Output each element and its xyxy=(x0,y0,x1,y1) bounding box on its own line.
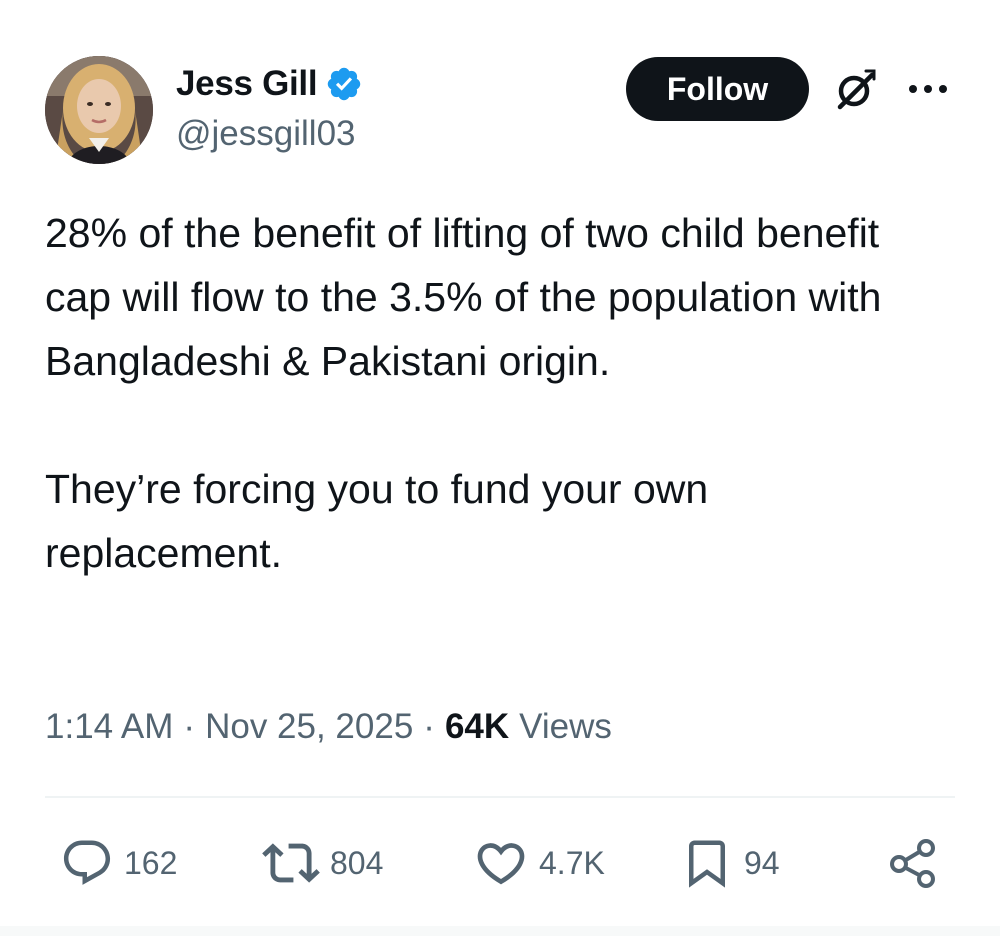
repost-button[interactable]: 804 xyxy=(262,828,383,898)
repost-icon xyxy=(262,843,320,883)
tweet-meta: 1:14 AM · Nov 25, 2025 · 64K Views xyxy=(45,700,612,754)
tweet-card: Jess Gill @jessgill03 Follow 28% of the … xyxy=(0,0,1000,936)
grok-icon[interactable] xyxy=(832,67,878,113)
views-label: Views xyxy=(519,707,612,746)
more-options-icon[interactable] xyxy=(905,75,951,103)
reply-icon xyxy=(63,840,111,885)
heart-icon xyxy=(477,843,525,885)
tweet-time[interactable]: 1:14 AM xyxy=(45,707,173,747)
meta-separator: · xyxy=(183,707,196,746)
like-button[interactable]: 4.7K xyxy=(473,828,605,898)
verified-badge-icon[interactable] xyxy=(325,65,363,103)
avatar[interactable] xyxy=(45,56,153,164)
tweet-text: 28% of the benefit of lifting of two chi… xyxy=(45,210,882,576)
author-name-row[interactable]: Jess Gill xyxy=(176,62,363,106)
reply-button[interactable]: 162 xyxy=(60,828,177,898)
reply-count: 162 xyxy=(124,844,178,881)
divider xyxy=(45,796,955,798)
bookmark-icon xyxy=(689,840,725,888)
follow-button[interactable]: Follow xyxy=(626,57,809,121)
action-bar: 162 804 4.7K 94 xyxy=(0,828,1000,898)
share-button[interactable] xyxy=(886,828,940,898)
author-handle[interactable]: @jessgill03 xyxy=(176,114,356,154)
bottom-separator xyxy=(0,926,1000,936)
meta-separator: · xyxy=(423,707,435,746)
avatar-image xyxy=(45,56,153,164)
bookmark-button[interactable]: 94 xyxy=(680,828,780,898)
views-count[interactable]: 64K xyxy=(445,707,509,747)
like-count: 4.7K xyxy=(539,844,605,881)
author-display-name[interactable]: Jess Gill xyxy=(176,64,318,104)
bookmark-count: 94 xyxy=(744,844,780,881)
share-icon xyxy=(890,839,935,888)
tweet-date[interactable]: Nov 25, 2025 xyxy=(205,707,413,747)
repost-count: 804 xyxy=(330,844,384,881)
